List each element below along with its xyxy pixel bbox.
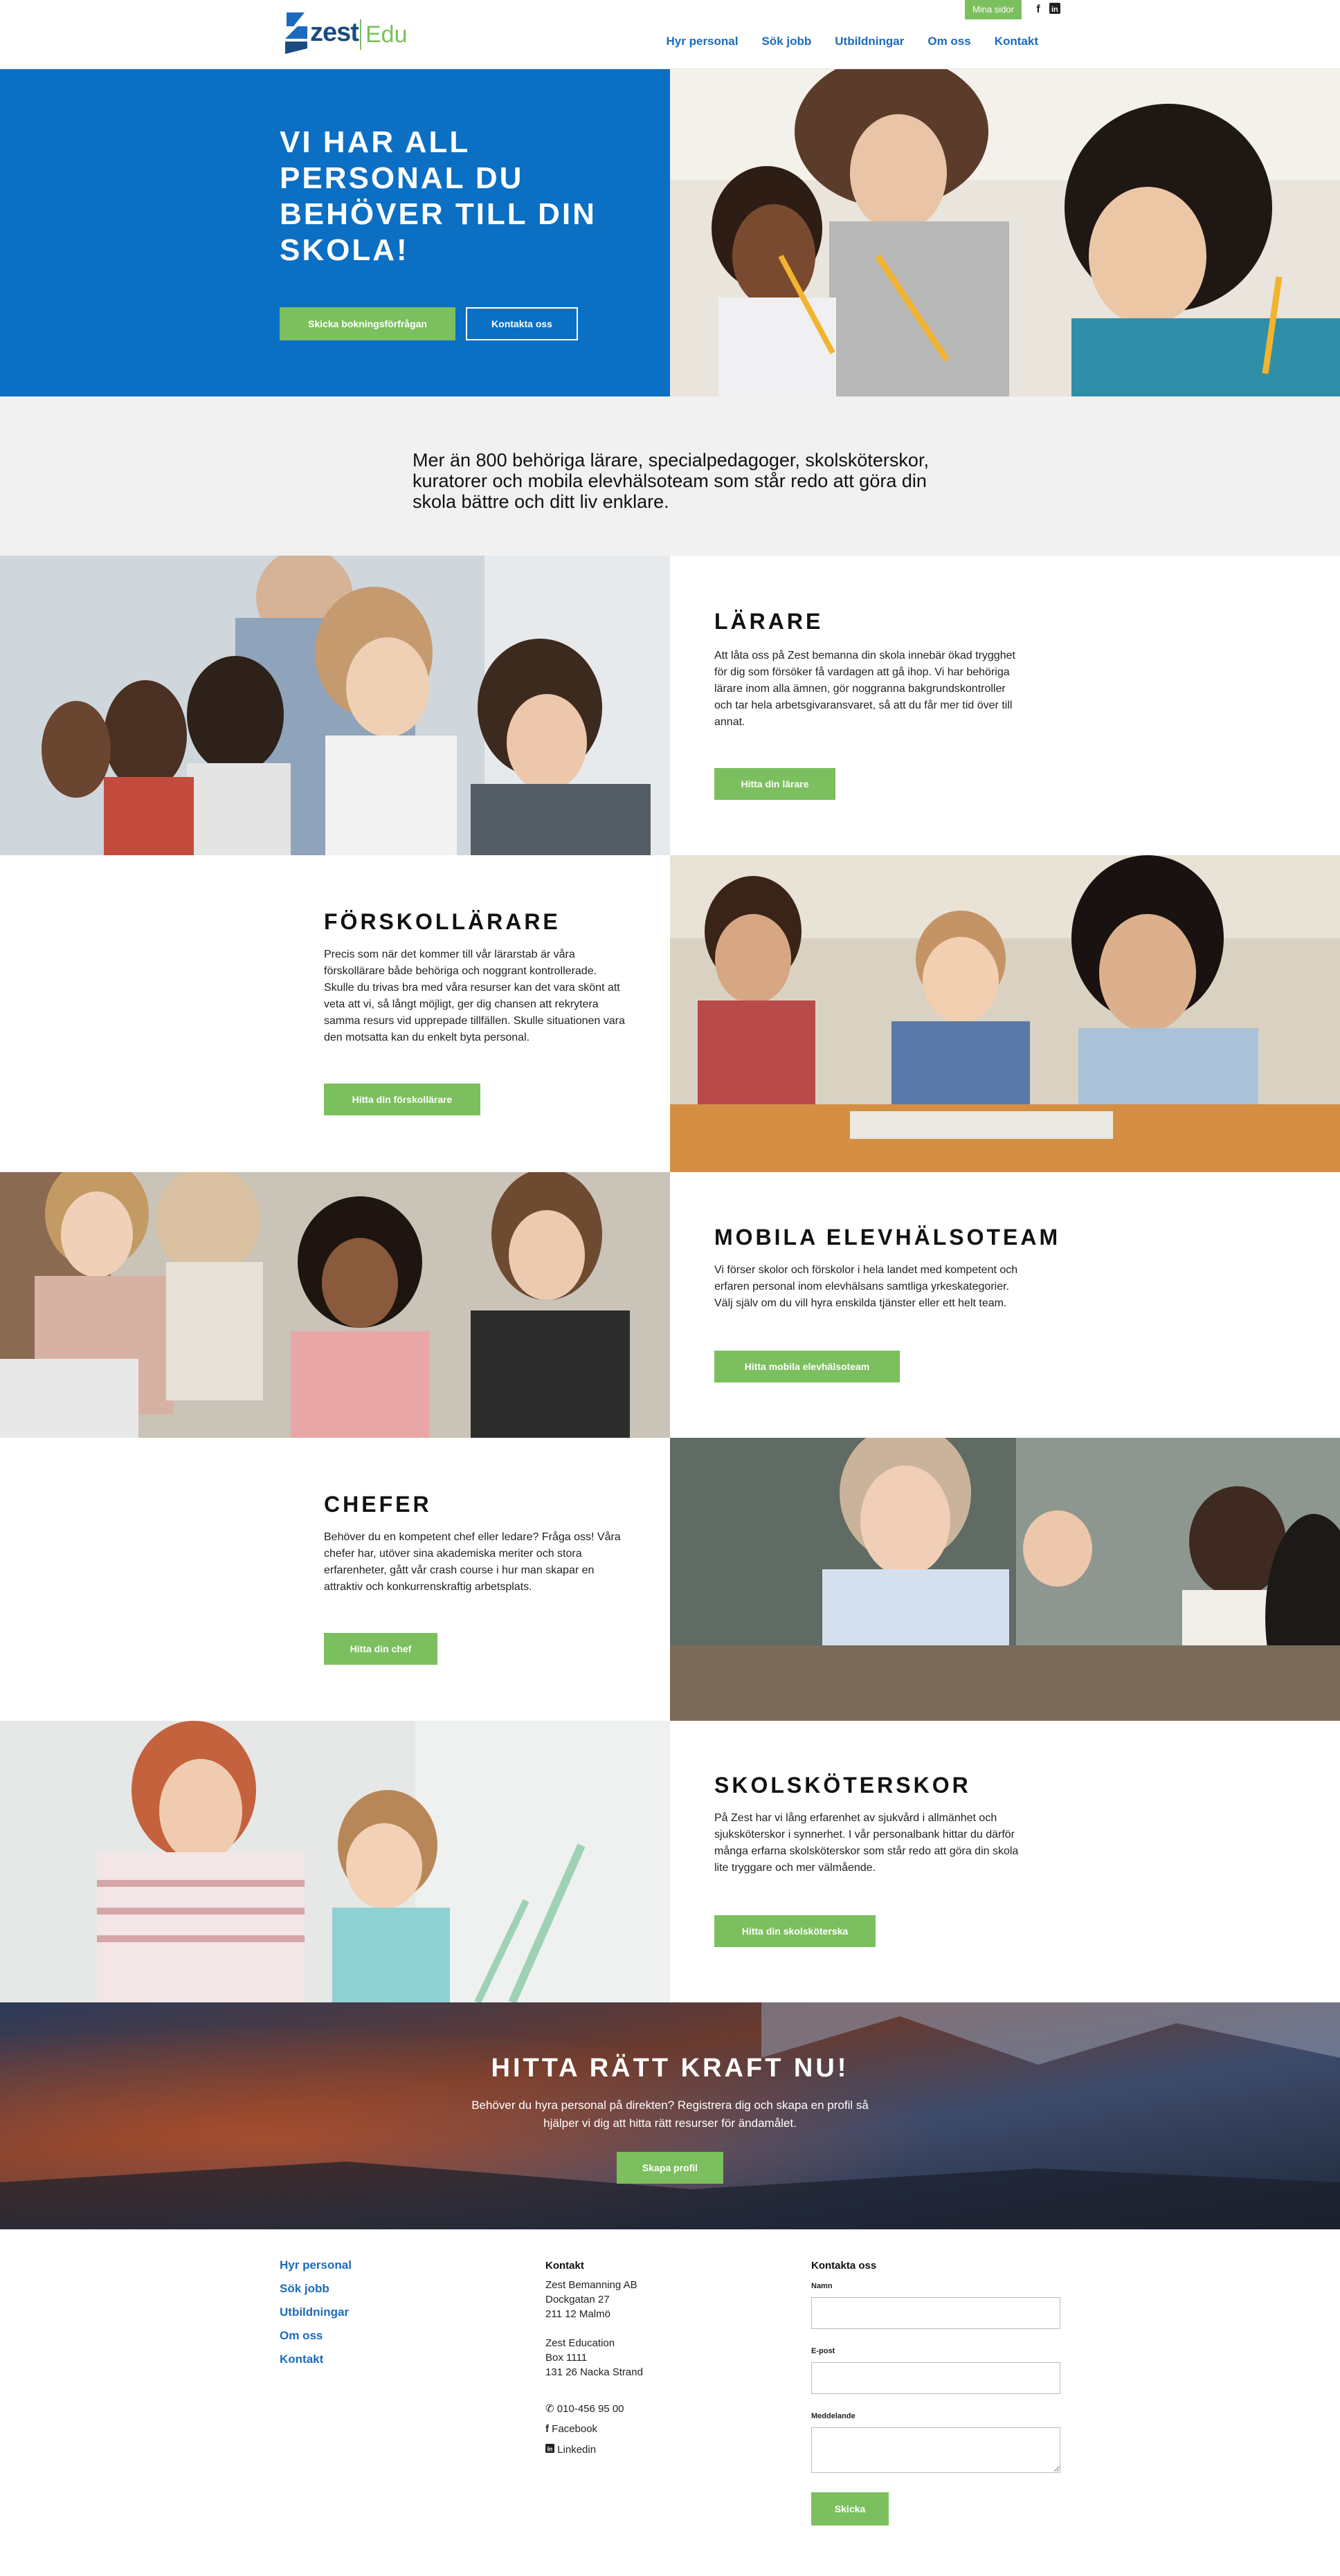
hero-image <box>670 69 1340 396</box>
svg-text:in: in <box>547 2446 552 2453</box>
main-nav: Hyr personal Sök jobb Utbildningar Om os… <box>667 35 1038 48</box>
logo-sub: Edu <box>365 21 408 48</box>
student-health-image <box>0 1172 670 1438</box>
phone-icon: ✆ <box>545 2403 554 2415</box>
footer-link-om-oss[interactable]: Om oss <box>280 2329 323 2343</box>
section-body-larare: Att låta oss på Zest bemanna din skola i… <box>714 650 1015 728</box>
nav-om-oss[interactable]: Om oss <box>927 35 970 48</box>
svg-text:in: in <box>1051 6 1058 14</box>
nav-sok-jobb[interactable]: Sök jobb <box>761 35 811 48</box>
email-label: E-post <box>811 2347 835 2355</box>
name-input[interactable] <box>811 2297 1060 2329</box>
footer-link-hyr-personal[interactable]: Hyr personal <box>280 2258 352 2272</box>
linkedin-icon: in <box>545 2444 557 2456</box>
cta-title: HITTA RÄTT KRAFT NU! <box>491 2054 849 2083</box>
booking-request-button[interactable]: Skicka bokningsförfrågan <box>280 307 455 340</box>
section-body-skolskoterskor: På Zest har vi lång erfarenhet av sjukvå… <box>714 1812 1019 1874</box>
logo-brand: zest <box>310 18 359 47</box>
linkedin-link[interactable]: Linkedin <box>557 2444 596 2456</box>
section-title-forskollarare: FÖRSKOLLÄRARE <box>324 909 561 934</box>
facebook-link[interactable]: Facebook <box>552 2423 597 2435</box>
email-input[interactable] <box>811 2362 1060 2394</box>
school-nurse-image <box>0 1721 670 2002</box>
address-line: Dockgatan 27 <box>545 2294 610 2305</box>
create-profile-button[interactable]: Skapa profil <box>617 2152 723 2184</box>
preschool-image <box>670 855 1340 1172</box>
section-body-elevhalsoteam: Vi förser skolor och förskolor i hela la… <box>714 1264 1018 1309</box>
section-body-forskollarare: Precis som när det kommer till vår lärar… <box>324 949 625 1043</box>
contact-us-button[interactable]: Kontakta oss <box>466 307 578 340</box>
name-label: Namn <box>811 2282 833 2290</box>
section-title-elevhalsoteam: MOBILA ELEVHÄLSOTEAM <box>714 1225 1061 1250</box>
linkedin-icon[interactable]: in <box>1048 3 1062 17</box>
facebook-row[interactable]: f Facebook <box>545 2423 597 2435</box>
section-body-chefer: Behöver du en kompetent chef eller ledar… <box>324 1531 621 1593</box>
section-title-skolskoterskor: SKOLSKÖTERSKOR <box>714 1773 971 1798</box>
address-line: Zest Education <box>545 2337 615 2349</box>
managers-image <box>670 1438 1340 1721</box>
facebook-icon[interactable]: f <box>1031 3 1045 17</box>
teachers-image <box>0 556 670 855</box>
facebook-icon: f <box>545 2423 549 2435</box>
hero-title: VI HAR ALL PERSONAL DU BEHÖVER TILL DIN … <box>280 125 597 267</box>
intro-text: Mer än 800 behöriga lärare, specialpedag… <box>413 450 929 512</box>
nav-kontakt[interactable]: Kontakt <box>995 35 1038 48</box>
footer-contact-heading: Kontakt <box>545 2260 584 2272</box>
mina-sidor-button[interactable]: Mina sidor <box>965 0 1022 19</box>
phone-number: 010-456 95 00 <box>556 2403 624 2415</box>
message-textarea[interactable] <box>811 2427 1060 2473</box>
address-line: 211 12 Malmö <box>545 2308 610 2320</box>
find-school-nurse-button[interactable]: Hitta din skolsköterska <box>714 1915 876 1947</box>
footer-link-sok-jobb[interactable]: Sök jobb <box>280 2282 329 2296</box>
section-title-larare: LÄRARE <box>714 609 824 634</box>
nav-utbildningar[interactable]: Utbildningar <box>835 35 904 48</box>
find-preschool-teacher-button[interactable]: Hitta din förskollärare <box>324 1084 480 1115</box>
site-header: zest Edu Mina sidor f in Hyr personal Sö… <box>0 0 1340 69</box>
submit-button[interactable]: Skicka <box>811 2492 889 2525</box>
logo[interactable]: zest Edu <box>284 10 408 55</box>
message-label: Meddelande <box>811 2412 855 2420</box>
contact-form-heading: Kontakta oss <box>811 2260 877 2272</box>
linkedin-row[interactable]: in Linkedin <box>545 2444 596 2456</box>
cta-text: Behöver du hyra personal på direkten? Re… <box>471 2099 869 2130</box>
find-manager-button[interactable]: Hitta din chef <box>324 1633 437 1665</box>
footer-link-utbildningar[interactable]: Utbildningar <box>280 2305 349 2319</box>
section-title-chefer: CHEFER <box>324 1492 432 1517</box>
address-line: 131 26 Nacka Strand <box>545 2366 643 2378</box>
find-health-team-button[interactable]: Hitta mobila elevhälsoteam <box>714 1351 900 1382</box>
address-line: Box 1111 <box>545 2352 588 2364</box>
find-teacher-button[interactable]: Hitta din lärare <box>714 768 835 800</box>
logo-divider <box>360 19 361 50</box>
phone-row: ✆ 010-456 95 00 <box>545 2402 624 2415</box>
address-line: Zest Bemanning AB <box>545 2279 637 2291</box>
nav-hyr-personal[interactable]: Hyr personal <box>667 35 739 48</box>
footer-link-kontakt[interactable]: Kontakt <box>280 2353 323 2366</box>
